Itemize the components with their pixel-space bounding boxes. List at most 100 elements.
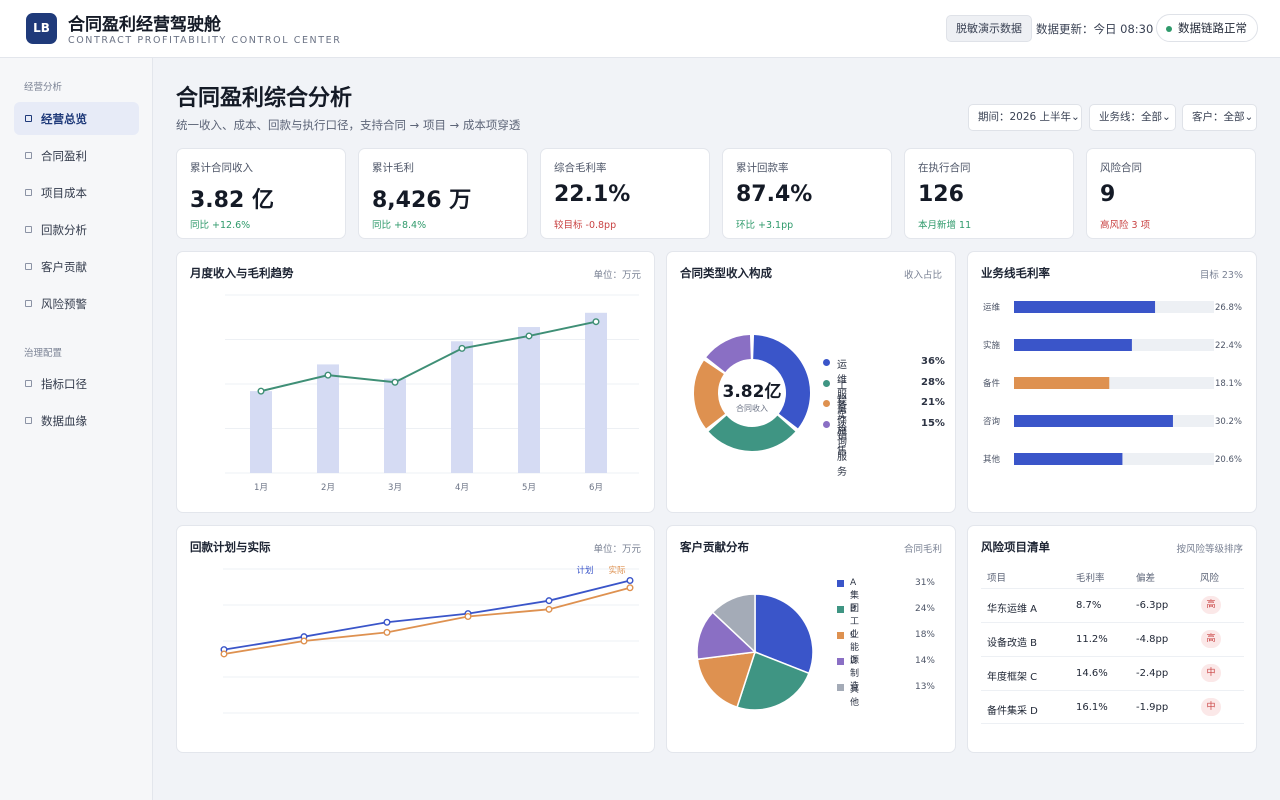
app-title: 合同盈利经营驾驶舱: [68, 15, 221, 35]
kpi-card-revenue[interactable]: 累计合同收入 3.82 亿 同比 +12.6%: [176, 148, 346, 239]
x-tick-label: 1月: [254, 483, 268, 493]
legend-value: 31%: [914, 578, 935, 588]
legend-dot-icon: [823, 359, 830, 366]
kpi-card-gross-profit[interactable]: 累计毛利 8,426 万 同比 +8.4%: [358, 148, 528, 239]
legend-value: 21%: [921, 397, 945, 408]
status-dot-icon: [1166, 26, 1172, 32]
sidebar-item-overview[interactable]: 经营总览: [14, 102, 139, 135]
bar-value-label: 26.8%: [1215, 303, 1242, 313]
customer-card: 客户贡献分布 合同毛利 A集团 31% B工业 24% C能源 18% D制造 …: [666, 525, 956, 753]
risk-badge: 高: [1201, 596, 1221, 614]
kpi-delta: 同比 +12.6%: [190, 220, 251, 231]
sidebar: 经营分析 经营总览 合同盈利 项目成本 回款分析 客户贡献 风险预警 治理配置 …: [0, 58, 153, 800]
legend-dot-icon: [823, 400, 830, 407]
legend-square-icon: [837, 684, 844, 691]
revenue-bar: [317, 364, 339, 473]
x-tick-label: 5月: [522, 483, 536, 493]
kpi-value: 22.1%: [554, 182, 631, 207]
top-bar: LB 合同盈利经营驾驶舱 CONTRACT PROFITABILITY CONT…: [0, 0, 1280, 58]
contract-type-card: 合同类型收入构成 收入占比 3.82亿 合同收入 运维服务 36% 工程实施 2…: [666, 251, 956, 513]
bizline-margin-card: 业务线毛利率 目标 23% 运维 26.8% 实施 22.4% 备件 18.1% 咨询 30.…: [967, 251, 1257, 513]
legend-square-icon: [837, 580, 844, 587]
kpi-delta: 同比 +8.4%: [372, 220, 427, 231]
kpi-delta: 环比 +3.1pp: [736, 220, 794, 231]
update-time: 数据更新：今日 08:30: [1036, 22, 1154, 36]
revenue-bar: [250, 391, 272, 473]
legend-dot-icon: [823, 380, 830, 387]
cell-deviation: -4.8pp: [1136, 634, 1169, 645]
legend-value: 13%: [914, 682, 935, 692]
table-header-margin: 毛利率: [1076, 573, 1105, 584]
bar-value-label: 20.6%: [1215, 455, 1242, 465]
collection-point: [383, 618, 391, 626]
bar-value-label: 30.2%: [1215, 417, 1242, 427]
margin-bar: [1014, 377, 1110, 389]
kpi-card-margin[interactable]: 综合毛利率 22.1% 较目标 -0.8pp: [540, 148, 710, 239]
sidebar-item-metrics[interactable]: 指标口径: [14, 367, 139, 400]
sidebar-item-collection[interactable]: 回款分析: [14, 213, 139, 246]
square-icon: [25, 380, 32, 387]
sidebar-item-customer[interactable]: 客户贡献: [14, 250, 139, 283]
table-row[interactable]: 设备改造 B 11.2% -4.8pp 高: [981, 622, 1244, 656]
donut-slice: [706, 335, 752, 373]
profit-point: [391, 378, 399, 386]
demo-data-tag[interactable]: 脱敏演示数据: [946, 15, 1032, 42]
table-header-risk: 风险: [1200, 573, 1220, 584]
revenue-bar: [451, 341, 473, 473]
kpi-delta: 本月新增 11: [918, 220, 972, 231]
legend-dot-icon: [823, 421, 830, 428]
collection-point: [464, 613, 472, 621]
customer-pie-chart: [696, 593, 814, 711]
sidebar-item-project-cost[interactable]: 项目成本: [14, 176, 139, 209]
square-icon: [25, 226, 32, 233]
sidebar-item-label: 数据血缘: [41, 414, 87, 428]
collection-point: [545, 605, 553, 613]
collection-point: [300, 637, 308, 645]
table-row[interactable]: 年度框架 C 14.6% -2.4pp 中: [981, 656, 1244, 690]
x-tick-label: 2月: [321, 483, 335, 493]
legend-label: 其他: [850, 685, 860, 708]
collection-card: 回款计划与实际 单位：万元 计划 实际: [176, 525, 655, 753]
kpi-label: 风险合同: [1100, 162, 1142, 174]
table-header-project: 项目: [987, 573, 1007, 584]
page-subtitle: 统一收入、成本、回款与执行口径，支持合同 → 项目 → 成本项穿透: [176, 118, 521, 132]
bar-category-label: 其他: [983, 454, 1001, 465]
collection-line: [223, 586, 631, 655]
sidebar-item-contract-profit[interactable]: 合同盈利: [14, 139, 139, 172]
margin-bar: [1014, 415, 1173, 427]
sidebar-item-label: 风险预警: [41, 297, 87, 311]
bar-category-label: 实施: [983, 340, 1001, 351]
margin-bar: [1014, 339, 1132, 351]
kpi-card-collection-rate[interactable]: 累计回款率 87.4% 环比 +3.1pp: [722, 148, 892, 239]
kpi-label: 累计合同收入: [190, 162, 253, 174]
kpi-value: 8,426 万: [372, 188, 472, 213]
collection-chart: 计划 实际: [220, 565, 639, 714]
bizline-filter[interactable]: 业务线：全部⌄: [1089, 104, 1176, 131]
sidebar-item-risk[interactable]: 风险预警: [14, 287, 139, 320]
table-row[interactable]: 华东运维 A 8.7% -6.3pp 高: [981, 588, 1244, 622]
sidebar-item-lineage[interactable]: 数据血缘: [14, 404, 139, 437]
margin-bar: [1014, 453, 1123, 465]
kpi-value: 126: [918, 182, 964, 207]
period-filter[interactable]: 期间：2026 上半年⌄: [968, 104, 1082, 131]
cell-margin: 16.1%: [1076, 702, 1108, 713]
revenue-bar: [585, 312, 607, 473]
sidebar-item-label: 经营总览: [41, 112, 87, 126]
app-subtitle: CONTRACT PROFITABILITY CONTROL CENTER: [68, 35, 342, 46]
kpi-card-active-contracts[interactable]: 在执行合同 126 本月新增 11: [904, 148, 1074, 239]
kpi-value: 9: [1100, 182, 1116, 207]
square-icon: [25, 300, 32, 307]
kpi-label: 在执行合同: [918, 162, 971, 174]
customer-filter[interactable]: 客户：全部⌄: [1182, 104, 1257, 131]
legend-square-icon: [837, 606, 844, 613]
data-status-badge[interactable]: 数据链路正常: [1156, 14, 1258, 42]
table-row[interactable]: 备件集采 D 16.1% -1.9pp 中: [981, 690, 1244, 724]
cell-project: 华东运维 A: [987, 604, 1038, 615]
profit-point: [257, 387, 265, 395]
donut-slice: [694, 360, 726, 429]
bar-value-label: 22.4%: [1215, 341, 1242, 351]
donut-center-value: 3.82亿: [722, 382, 782, 402]
kpi-card-risk-contracts[interactable]: 风险合同 9 高风险 3 项: [1086, 148, 1256, 239]
square-icon: [25, 115, 32, 122]
sidebar-item-label: 指标口径: [41, 377, 87, 391]
